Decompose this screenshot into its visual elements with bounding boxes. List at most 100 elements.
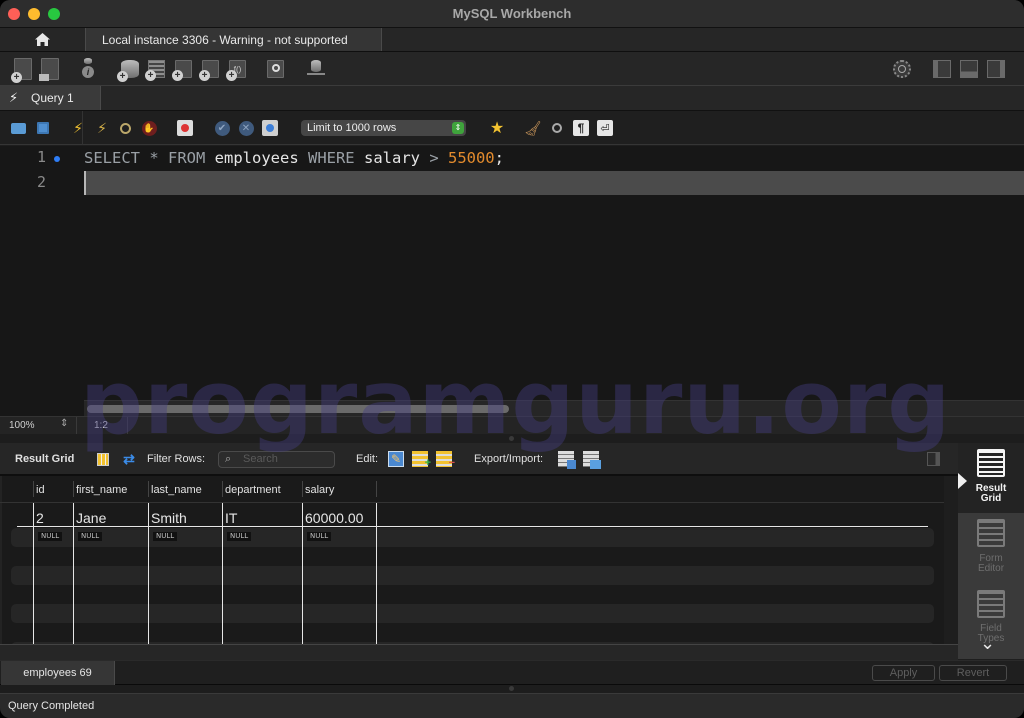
execute-current-statement-button[interactable]: ⚡︎	[94, 120, 110, 136]
result-tab-employees[interactable]: employees 69	[1, 661, 115, 685]
output-splitter[interactable]	[0, 685, 1024, 693]
refresh-button[interactable]: ⇄	[121, 451, 137, 467]
check-icon: ✔	[214, 120, 230, 136]
apply-button[interactable]: Apply	[872, 665, 935, 681]
current-line-highlight[interactable]	[84, 171, 1024, 195]
execute-query-button[interactable]: ⚡︎	[70, 120, 86, 136]
null-badge[interactable]: NULL	[78, 532, 103, 541]
limit-rows-select[interactable]: Limit to 1000 rows ⇕	[301, 120, 466, 136]
rollback-button[interactable]: ✕	[238, 120, 254, 136]
find-button[interactable]	[549, 120, 565, 136]
search-table-data-button[interactable]	[267, 60, 284, 78]
open-sql-script-button[interactable]	[39, 58, 59, 81]
preferences-button[interactable]	[893, 60, 911, 78]
beautify-button[interactable]: 🧹︎	[524, 120, 542, 136]
null-badge[interactable]: NULL	[227, 532, 252, 541]
minus-icon: −	[448, 457, 455, 469]
column-header-salary[interactable]: salary	[305, 484, 334, 496]
column-divider[interactable]	[148, 503, 149, 644]
cell-salary[interactable]: 60000.00	[305, 510, 363, 526]
column-header-id[interactable]: id	[36, 484, 45, 496]
lightning-icon: ⚡︎	[73, 119, 83, 136]
code-line-1[interactable]: SELECT * FROM employees WHERE salary > 5…	[84, 146, 504, 170]
null-badge[interactable]: NULL	[307, 532, 332, 541]
column-divider[interactable]	[302, 503, 303, 644]
splitter-handle-icon[interactable]	[509, 436, 514, 441]
error-stop-icon	[181, 124, 189, 132]
create-function-button[interactable]: f() +	[226, 60, 246, 81]
create-table-button[interactable]: +	[145, 60, 165, 81]
operator-gt: >	[429, 149, 448, 167]
import-button[interactable]	[583, 451, 601, 469]
pilcrow-icon: ¶	[577, 121, 585, 135]
null-badge[interactable]: NULL	[153, 532, 178, 541]
column-header-last-name[interactable]: last_name	[151, 484, 202, 496]
create-schema-button[interactable]: +	[117, 60, 139, 82]
schema-inspector-button[interactable]: i	[80, 58, 102, 80]
cell-id[interactable]: 2	[36, 510, 44, 526]
save-file-button[interactable]	[35, 120, 51, 136]
lightning-icon: ⚡︎	[9, 90, 19, 105]
result-grid[interactable]: id first_name last_name department salar…	[0, 476, 944, 644]
editor-status-bar: 100% ⇕ 1:2	[0, 416, 1024, 435]
plus-icon: +	[172, 70, 183, 81]
create-procedure-button[interactable]: +	[199, 60, 219, 81]
new-sql-tab-button[interactable]: +	[11, 58, 32, 83]
limit-rows-value: Limit to 1000 rows	[307, 122, 397, 134]
connection-tab-bar: Local instance 3306 - Warning - not supp…	[0, 28, 1024, 52]
open-file-button[interactable]	[10, 120, 26, 136]
column-header-department[interactable]: department	[225, 484, 281, 496]
delete-row-button[interactable]: −	[436, 451, 455, 469]
chevron-down-icon[interactable]: ⌄	[980, 633, 995, 654]
splitter-handle-icon[interactable]	[509, 686, 514, 691]
column-divider[interactable]	[73, 503, 74, 644]
insert-row-button[interactable]: +	[412, 451, 431, 469]
connection-tab-label: Local instance 3306 - Warning - not supp…	[102, 32, 348, 47]
grid-row-stripe	[11, 528, 934, 547]
cell-last-name[interactable]: Smith	[151, 510, 187, 526]
explain-button[interactable]	[117, 120, 133, 136]
revert-label: Revert	[956, 667, 990, 679]
edit-row-button[interactable]: ✎	[388, 451, 404, 467]
zoom-stepper-icon[interactable]: ⇕	[60, 418, 68, 429]
explain-magnifier-icon	[119, 122, 131, 134]
statement-marker-icon[interactable]	[54, 156, 60, 162]
column-divider[interactable]	[376, 503, 377, 644]
query-tab-1[interactable]: ⚡︎ Query 1	[0, 86, 101, 110]
toggle-secondary-sidebar-button[interactable]	[987, 60, 1005, 78]
column-header-first-name[interactable]: first_name	[76, 484, 127, 496]
stop-query-button[interactable]: ✋	[141, 120, 157, 136]
side-item-result-grid[interactable]: Result Grid	[958, 443, 1024, 513]
sql-editor[interactable]: 1 2 SELECT * FROM employees WHERE salary…	[0, 146, 1024, 416]
connection-tab-local-instance[interactable]: Local instance 3306 - Warning - not supp…	[85, 28, 382, 51]
column-divider[interactable]	[33, 503, 34, 644]
column-divider[interactable]	[222, 503, 223, 644]
cell-department[interactable]: IT	[225, 510, 237, 526]
toggle-side-panel-button[interactable]	[927, 452, 940, 466]
zoom-level[interactable]: 100%	[9, 420, 35, 431]
editor-result-splitter[interactable]	[0, 434, 1024, 443]
toggle-output-area-button[interactable]	[960, 60, 978, 78]
header-separator	[73, 481, 74, 497]
invisible-characters-button[interactable]: ¶	[573, 120, 589, 136]
add-snippet-button[interactable]: ★	[489, 120, 505, 137]
continue-on-error-button[interactable]	[177, 120, 193, 136]
filter-rows-input[interactable]: ⌕ Search	[218, 451, 335, 468]
export-button[interactable]	[558, 451, 576, 469]
reconnect-button[interactable]	[305, 58, 327, 80]
revert-button[interactable]: Revert	[939, 665, 1007, 681]
null-badge[interactable]: NULL	[38, 532, 63, 541]
x-icon: ✕	[238, 120, 254, 136]
home-tab[interactable]	[0, 28, 85, 51]
query-tab-bar: ⚡︎ Query 1	[0, 86, 1024, 111]
autocommit-toggle[interactable]	[262, 120, 278, 136]
editor-horizontal-scrollbar[interactable]	[84, 400, 1024, 416]
folder-icon	[39, 74, 49, 81]
toggle-columns-button[interactable]	[95, 451, 111, 467]
create-view-button[interactable]: +	[172, 60, 192, 81]
cell-first-name[interactable]: Jane	[76, 510, 106, 526]
toggle-sidebar-button[interactable]	[933, 60, 951, 78]
scrollbar-thumb[interactable]	[87, 405, 509, 413]
commit-button[interactable]: ✔	[214, 120, 230, 136]
wrap-lines-button[interactable]: ⏎	[597, 120, 613, 136]
